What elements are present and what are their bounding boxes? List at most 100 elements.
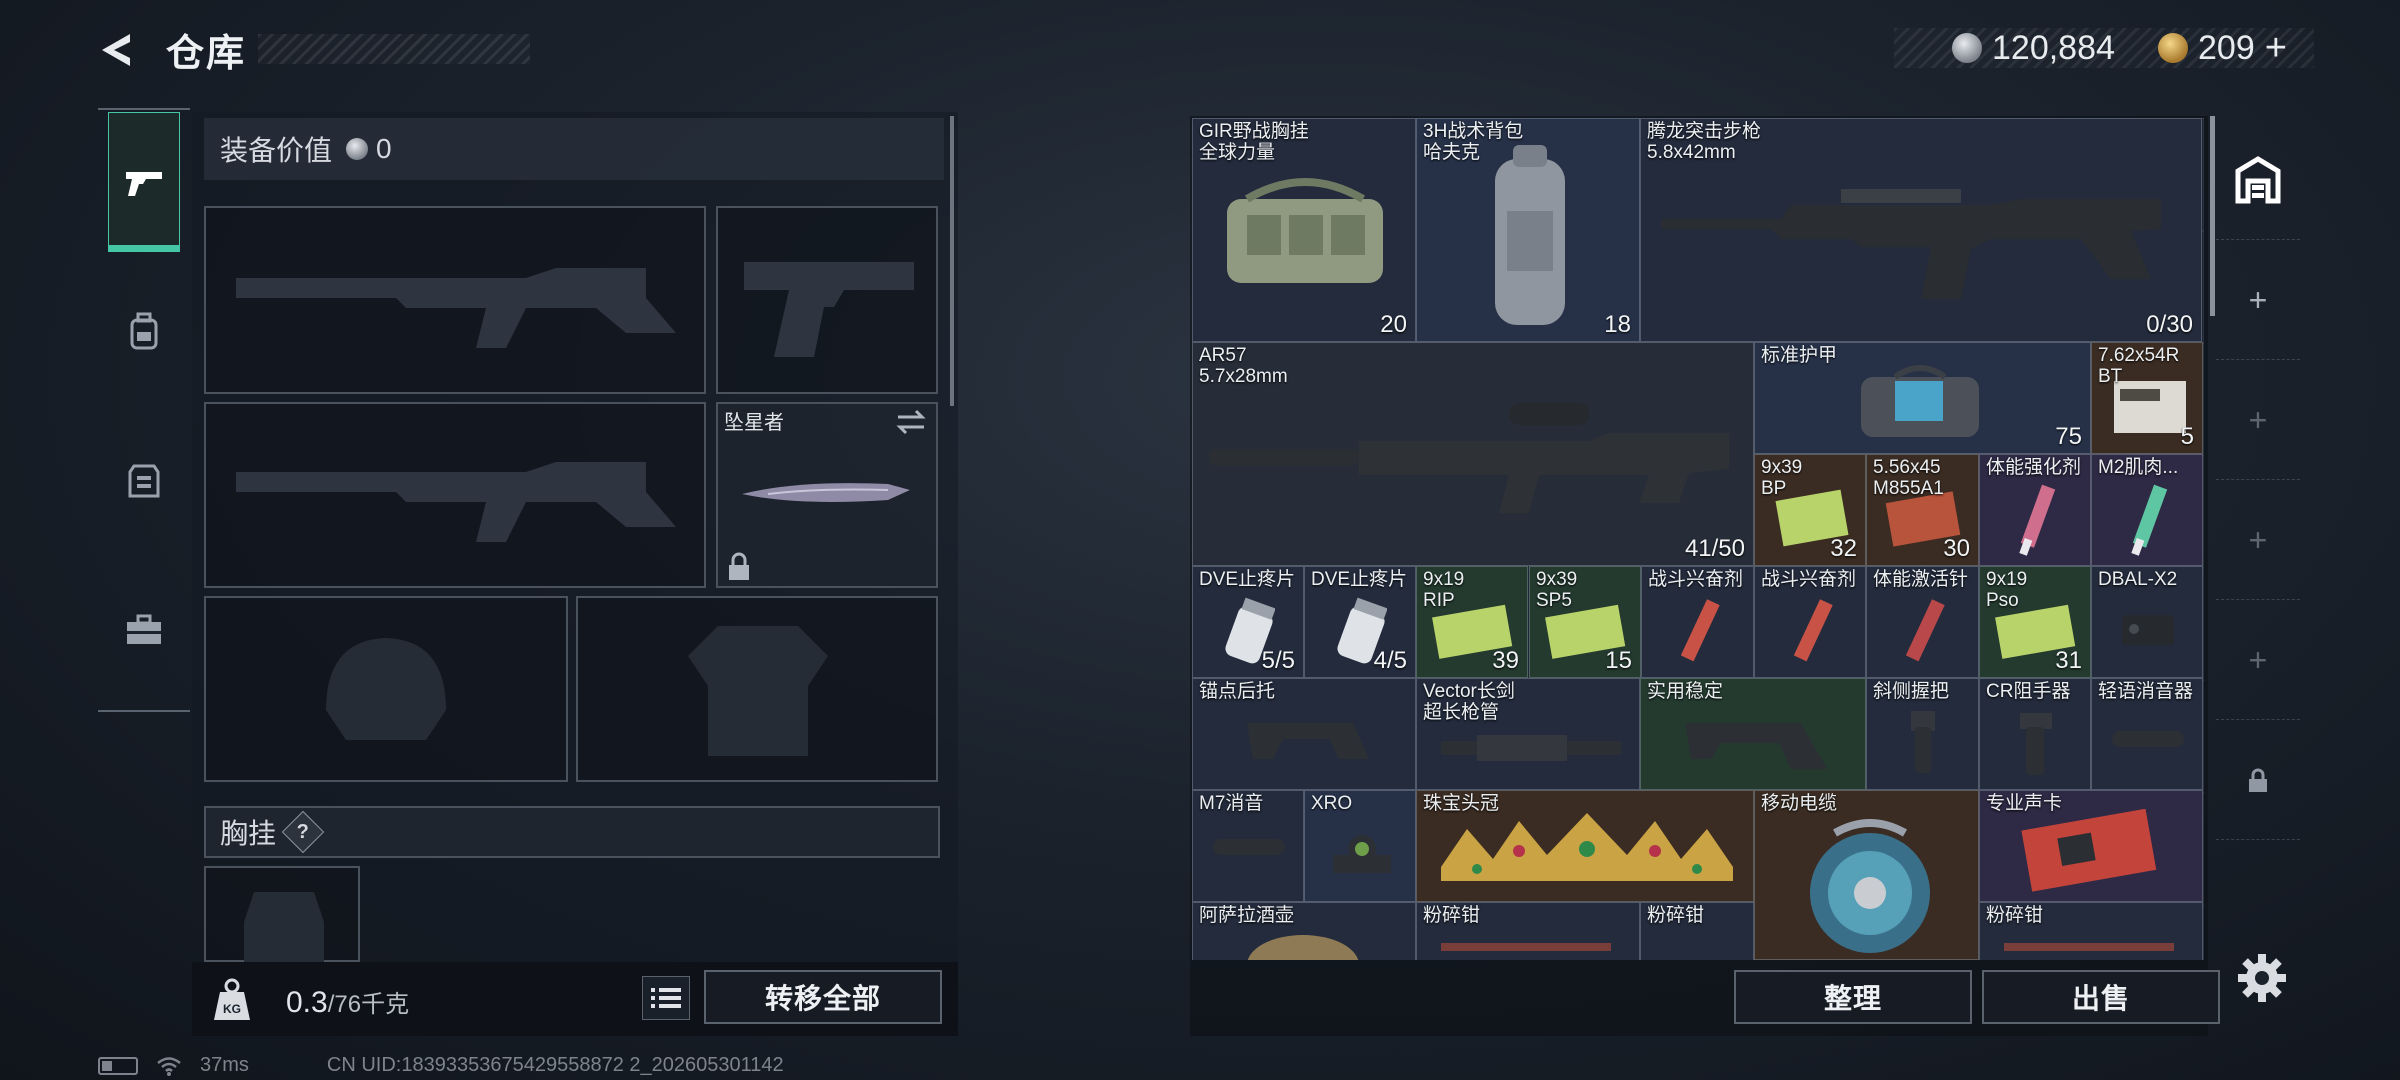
item-name: 锚点后托 [1199, 681, 1276, 702]
body-armor-slot[interactable] [576, 596, 938, 782]
item-count: 39 [1492, 647, 1519, 674]
grid-item[interactable]: 腾龙突击步枪 5.8x42mm 0/30 [1640, 118, 2202, 342]
grid-item[interactable]: DVE止疼片 5/5 [1192, 566, 1304, 678]
grid-item[interactable]: 标准护甲 75 [1754, 342, 2091, 454]
item-name: 3H战术背包 哈夫克 [1423, 121, 1524, 163]
grid-item[interactable]: 专业声卡 [1979, 790, 2203, 902]
grid-item[interactable]: 粉碎钳 [1979, 902, 2203, 960]
grid-item[interactable]: CR阻手器 [1979, 678, 2091, 790]
add-storage-tab[interactable]: + [2216, 242, 2300, 360]
settings-button[interactable] [2236, 952, 2288, 1004]
item-name: M2肌肉... [2098, 457, 2179, 478]
svg-text:KG: KG [223, 1002, 241, 1016]
grid-item[interactable]: 9x39 SP5 15 [1529, 566, 1641, 678]
grid-item[interactable]: 9x19 RIP 39 [1416, 566, 1528, 678]
loadout-scrollbar[interactable] [950, 116, 954, 406]
wifi-icon [157, 1056, 181, 1076]
stock-icon [1685, 723, 1827, 769]
item-name: M7消音 [1199, 793, 1264, 814]
backpack-icon [130, 312, 158, 350]
add-storage-tab[interactable]: + [2216, 602, 2300, 720]
pistol-slot[interactable] [716, 206, 938, 394]
swap-icon[interactable] [894, 408, 928, 436]
grid-item[interactable]: AR57 5.7x28mm 41/50 [1192, 342, 1754, 566]
grid-item[interactable]: 7.62x54R BT 5 [2091, 342, 2203, 454]
grid-item[interactable]: 移动电缆 [1754, 790, 1979, 960]
backpack-icon [1495, 145, 1565, 325]
rifle-placeholder-icon [236, 462, 676, 542]
grid-item[interactable]: 粉碎钳 [1416, 902, 1640, 960]
grid-item[interactable]: 斜侧握把 [1866, 678, 1979, 790]
item-name: 7.62x54R BT [2098, 345, 2180, 387]
grid-item[interactable]: GIR野战胸挂 全球力量 20 [1192, 118, 1416, 342]
storage-grid[interactable]: GIR野战胸挂 全球力量 20 3H战术背包 哈夫克 18 腾龙突击步枪 5.8… [1192, 118, 2204, 960]
tab-armor[interactable] [108, 410, 180, 550]
grid-item[interactable]: 5.56x45 M855A1 30 [1866, 454, 1979, 566]
grid-item[interactable]: 战斗兴奋剂 [1641, 566, 1754, 678]
secondary-weapon-slot[interactable] [204, 402, 706, 588]
rifle-placeholder-icon [236, 268, 676, 348]
grid-item[interactable]: 体能激活针 [1866, 566, 1979, 678]
back-button[interactable] [96, 28, 140, 72]
gold-currency[interactable]: 209 + [2158, 27, 2287, 70]
item-name: DBAL-X2 [2098, 569, 2178, 590]
item-name: AR57 5.7x28mm [1199, 345, 1288, 387]
sound-card-icon [2021, 809, 2157, 892]
melee-slot[interactable]: 坠星者 [716, 402, 938, 588]
transfer-all-button[interactable]: 转移全部 [704, 970, 942, 1024]
bolt-cutter-icon [1441, 943, 1611, 951]
grid-item[interactable]: 锚点后托 [1192, 678, 1416, 790]
grid-item[interactable]: 轻语消音器 [2091, 678, 2203, 790]
toolbox-icon [127, 614, 161, 644]
chest-rig-placeholder-icon [244, 892, 324, 962]
back-arrow-icon [102, 34, 130, 66]
add-storage-tab[interactable]: + [2216, 482, 2300, 600]
grid-item[interactable]: 体能强化剂 [1979, 454, 2091, 566]
equipment-value-bar: 装备价值 0 [204, 118, 944, 180]
laser-module-icon [2122, 615, 2174, 645]
grip-icon [2020, 713, 2052, 775]
item-count: 18 [1604, 311, 1631, 338]
tidy-button[interactable]: 整理 [1734, 970, 1972, 1024]
loadout-tabs [98, 108, 190, 712]
tab-backpack[interactable] [108, 262, 180, 402]
locked-storage-tab[interactable] [2216, 722, 2300, 840]
item-count: 5/5 [1261, 647, 1295, 674]
grid-item[interactable]: 粉碎钳 [1640, 902, 1754, 960]
grid-item[interactable]: 3H战术背包 哈夫克 18 [1416, 118, 1640, 342]
grid-item[interactable]: Vector长剑 超长枪管 [1416, 678, 1640, 790]
grid-item[interactable]: 实用稳定 [1640, 678, 1866, 790]
gold-amount: 209 [2198, 28, 2255, 67]
add-currency-icon[interactable]: + [2265, 27, 2287, 70]
list-view-button[interactable] [642, 976, 690, 1020]
grid-item[interactable]: DBAL-X2 [2091, 566, 2203, 678]
grid-item[interactable]: M2肌肉... [2091, 454, 2203, 566]
chest-rig-icon [1227, 178, 1383, 283]
grid-item[interactable]: DVE止疼片 4/5 [1304, 566, 1416, 678]
sell-button[interactable]: 出售 [1982, 970, 2220, 1024]
grid-item[interactable]: XRO [1304, 790, 1416, 902]
assault-rifle-icon [1661, 189, 2161, 299]
storage-scrollbar[interactable] [2210, 116, 2215, 316]
battery-icon [98, 1056, 138, 1075]
help-icon[interactable]: ? [281, 810, 325, 854]
grid-item[interactable]: 9x19 Pso 31 [1979, 566, 2091, 678]
grid-item[interactable]: 战斗兴奋剂 [1754, 566, 1866, 678]
jeweled-crown-icon [1441, 813, 1733, 881]
silver-coin-icon [346, 138, 369, 160]
grid-item[interactable]: M7消音 [1192, 790, 1304, 902]
helmet-slot[interactable] [204, 596, 568, 782]
tab-toolbox[interactable] [108, 560, 180, 700]
item-name: 5.56x45 M855A1 [1873, 457, 1944, 499]
grid-item[interactable]: 9x39 BP 32 [1754, 454, 1866, 566]
tab-weapons[interactable] [108, 112, 180, 252]
item-count: 0/30 [2146, 311, 2193, 338]
grid-item[interactable]: 阿萨拉酒壶 [1192, 902, 1416, 960]
add-storage-tab[interactable]: + [2216, 362, 2300, 480]
tab-main-storage[interactable] [2216, 122, 2300, 240]
item-count: 20 [1380, 311, 1407, 338]
grid-item[interactable]: 珠宝头冠 [1416, 790, 1754, 902]
chest-rig-slot[interactable] [204, 866, 360, 962]
primary-weapon-slot[interactable] [204, 206, 706, 394]
syringe-icon [2019, 484, 2056, 556]
